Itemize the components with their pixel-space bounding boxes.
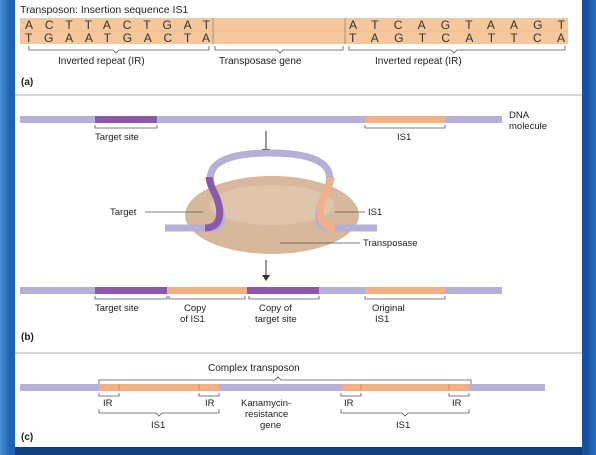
transposon-figure: Transposon: Insertion sequence IS1 ACTTA…	[15, 4, 582, 443]
part-a: Transposon: Insertion sequence IS1 ACTTA…	[15, 4, 582, 96]
is1-label: IS1	[397, 132, 411, 143]
original-label-2: IS1	[375, 314, 389, 325]
c-ir-brace-1	[98, 393, 120, 397]
ir-right-brace	[348, 46, 566, 54]
kan-label-3: gene	[260, 420, 281, 431]
c-ir-label-1: IR	[103, 398, 113, 409]
panel-shadow	[15, 447, 582, 455]
brace-b1	[94, 296, 168, 300]
c-ir-brace-3	[340, 393, 362, 397]
ir-left-label: Inverted repeat (IR)	[58, 56, 145, 67]
c-is1-left-label: IS1	[151, 420, 165, 431]
dna-top-target-site	[95, 116, 157, 123]
kan-label-1: Kanamycin-	[241, 398, 291, 409]
c-ir-brace-2	[198, 393, 220, 397]
complex-transposon-title: Complex transposon	[208, 363, 300, 374]
dna-label-1: DNA	[509, 110, 530, 121]
part-a-tag: (a)	[21, 77, 33, 88]
c-is1-left-body	[119, 384, 199, 391]
ir-left-brace	[28, 46, 210, 54]
brace-b2	[168, 296, 246, 300]
c-is1-right-label: IS1	[396, 420, 410, 431]
figure-panel: Transposon: Insertion sequence IS1 ACTTA…	[15, 0, 582, 447]
target-site-brace	[94, 125, 158, 129]
copy-target-label-1: Copy of	[259, 303, 292, 314]
dna-bottom-target-site	[95, 287, 167, 294]
transposase-label: Transposase	[363, 238, 418, 249]
is1-loop-label: IS1	[368, 207, 382, 218]
transposase-gene-brace	[214, 46, 344, 54]
original-label-1: Original	[372, 303, 405, 314]
part-a-title: Transposon: Insertion sequence IS1	[20, 4, 188, 16]
target-label: Target	[110, 207, 137, 218]
dna-bottom-copy-target	[247, 287, 319, 294]
part-b: Target site IS1 DNA molecule Target IS1 …	[15, 110, 582, 354]
complex-transposon-brace	[98, 376, 472, 384]
c-ir-3	[341, 384, 361, 391]
c-ir-brace-4	[448, 393, 470, 397]
c-ir-2	[199, 384, 219, 391]
copy-is1-label-2: of IS1	[180, 314, 205, 325]
ir-right-label: Inverted repeat (IR)	[375, 56, 462, 67]
target-site-label: Target site	[95, 132, 139, 143]
c-is1-right-body	[361, 384, 449, 391]
brace-b3	[248, 296, 320, 300]
is1-brace	[364, 125, 446, 129]
result-target-site-label: Target site	[95, 303, 139, 314]
dna-bottom-original-is1	[365, 287, 445, 294]
copy-is1-label-1: Copy	[184, 303, 206, 314]
c-is1-left-brace	[98, 409, 220, 417]
kan-label-2: resistance	[245, 409, 288, 420]
c-ir-label-2: IR	[205, 398, 215, 409]
part-c-tag: (c)	[21, 432, 33, 443]
dna-label-2: molecule	[509, 121, 547, 132]
dna-bottom-copy-is1	[167, 287, 247, 294]
arrow-2-head	[262, 275, 270, 281]
copy-target-label-2: target site	[255, 314, 297, 325]
brace-b4	[364, 296, 446, 300]
c-ir-label-3: IR	[344, 398, 354, 409]
dna-top-is1	[365, 116, 445, 123]
part-c: Complex transposon IR IR IR IR Kanamycin…	[20, 363, 545, 443]
c-is1-right-brace	[340, 409, 470, 417]
transposase-gene-label: Transposase gene	[219, 56, 302, 67]
c-ir-label-4: IR	[452, 398, 462, 409]
c-ir-4	[449, 384, 469, 391]
part-b-tag: (b)	[21, 332, 34, 343]
c-ir-1	[99, 384, 119, 391]
